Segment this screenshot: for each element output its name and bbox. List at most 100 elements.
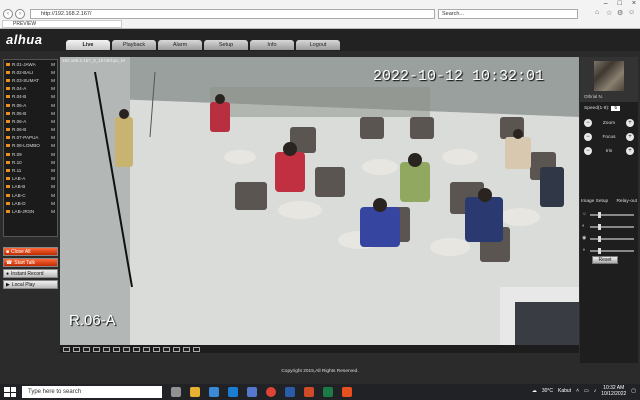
minimize-icon[interactable]: – bbox=[604, 0, 608, 7]
excel-icon[interactable] bbox=[323, 387, 333, 397]
next-icon[interactable] bbox=[173, 346, 180, 352]
fullscreen-icon[interactable] bbox=[103, 346, 110, 352]
layout-4-icon[interactable] bbox=[73, 346, 80, 352]
settings-icon[interactable] bbox=[193, 346, 200, 352]
smiley-icon[interactable]: ☺ bbox=[628, 9, 635, 16]
channel-item[interactable]: R.05-B M bbox=[4, 109, 57, 117]
channel-item[interactable]: R.07-PAPUA M bbox=[4, 134, 57, 142]
channel-item[interactable]: LAB-A M bbox=[4, 175, 57, 183]
star-icon[interactable]: ☆ bbox=[606, 9, 612, 17]
channel-stream-flag[interactable]: M bbox=[51, 94, 55, 99]
browser-tab[interactable]: PREVIEW bbox=[2, 20, 122, 28]
zoom-in-button[interactable]: + bbox=[625, 119, 634, 127]
live-video-pane[interactable]: 192.168.2.167_8_1873Kbps_M 2022-10-12 10… bbox=[60, 57, 579, 345]
channel-item[interactable]: R.05-A M bbox=[4, 101, 57, 109]
channel-item[interactable]: R.10 M bbox=[4, 158, 57, 166]
channel-item[interactable]: LAB-B M bbox=[4, 183, 57, 191]
chevron-up-icon[interactable]: ˄ bbox=[576, 388, 579, 394]
tab-live[interactable]: Live bbox=[66, 40, 110, 50]
network-icon[interactable]: ▭ bbox=[584, 388, 589, 394]
word-icon[interactable] bbox=[285, 387, 295, 397]
channel-item[interactable]: R.04-B M bbox=[4, 93, 57, 101]
focus-out-button[interactable]: − bbox=[584, 133, 592, 141]
close-all-button[interactable]: ■ Close All bbox=[3, 247, 58, 256]
forward-icon[interactable]: › bbox=[15, 8, 25, 19]
clock[interactable]: 10:32 AM 10/12/2022 bbox=[601, 385, 626, 397]
browser-search-input[interactable]: Search... bbox=[438, 9, 578, 19]
mail-icon[interactable] bbox=[209, 387, 219, 397]
volume-icon[interactable]: ♪ bbox=[594, 388, 597, 394]
channel-stream-flag[interactable]: M bbox=[51, 176, 55, 181]
channel-item[interactable]: LAB-JRSN M bbox=[4, 207, 57, 215]
channel-item[interactable]: LAB-C M bbox=[4, 191, 57, 199]
tab-relay-out[interactable]: Relay-out bbox=[616, 199, 637, 204]
channel-stream-flag[interactable]: M bbox=[51, 201, 55, 206]
tab-image-setup[interactable]: Image Setup bbox=[581, 199, 608, 204]
zoom-out-button[interactable]: − bbox=[584, 119, 592, 127]
instant-record-button[interactable]: ● Instant Record bbox=[3, 269, 58, 278]
edge-icon[interactable] bbox=[228, 387, 238, 397]
back-icon[interactable]: ‹ bbox=[3, 8, 13, 19]
channel-item[interactable]: R.04-A M bbox=[4, 85, 57, 93]
channel-item[interactable]: R.06-B M bbox=[4, 126, 57, 134]
channel-stream-flag[interactable]: M bbox=[51, 86, 55, 91]
channel-item[interactable]: R.11 M bbox=[4, 166, 57, 174]
channel-stream-flag[interactable]: M bbox=[51, 160, 55, 165]
channel-stream-flag[interactable]: M bbox=[51, 168, 55, 173]
channel-stream-flag[interactable]: M bbox=[51, 184, 55, 189]
channel-item[interactable]: R.06-A M bbox=[4, 117, 57, 125]
layout-16-icon[interactable] bbox=[93, 346, 100, 352]
taskbar-search-input[interactable]: Type here to search bbox=[22, 386, 162, 398]
iris-open-button[interactable]: + bbox=[626, 147, 634, 155]
contrast-slider[interactable] bbox=[590, 224, 634, 230]
app-icon[interactable] bbox=[342, 387, 352, 397]
channel-item[interactable]: R.09 M bbox=[4, 150, 57, 158]
brightness-slider[interactable] bbox=[590, 212, 634, 218]
stream-icon[interactable] bbox=[153, 346, 160, 352]
focus-in-button[interactable]: + bbox=[625, 133, 634, 141]
snapshot-icon[interactable] bbox=[113, 346, 120, 352]
tab-logout[interactable]: Logout bbox=[296, 40, 340, 50]
channel-stream-flag[interactable]: M bbox=[51, 127, 55, 132]
home-icon[interactable]: ⌂ bbox=[595, 9, 599, 16]
tab-alarm[interactable]: Alarm bbox=[158, 40, 202, 50]
channel-stream-flag[interactable]: M bbox=[51, 193, 55, 198]
chrome-icon[interactable] bbox=[266, 387, 276, 397]
windows-start-icon[interactable] bbox=[4, 387, 16, 397]
start-talk-button[interactable]: ☎ Start Talk bbox=[3, 258, 58, 267]
close-icon[interactable]: × bbox=[632, 0, 636, 7]
channel-item[interactable]: R.08-LOMBO M bbox=[4, 142, 57, 150]
tab-playback[interactable]: Playback bbox=[112, 40, 156, 50]
channel-stream-flag[interactable]: M bbox=[51, 103, 55, 108]
channel-stream-flag[interactable]: M bbox=[51, 135, 55, 140]
tab-setup[interactable]: Setup bbox=[204, 40, 248, 50]
hue-slider[interactable] bbox=[590, 248, 634, 254]
layout-1-icon[interactable] bbox=[63, 346, 70, 352]
channel-item[interactable]: R.03-SUMAT M bbox=[4, 76, 57, 84]
channel-stream-flag[interactable]: M bbox=[51, 209, 55, 214]
powerpoint-icon[interactable] bbox=[304, 387, 314, 397]
speed-select[interactable]: 5 bbox=[611, 106, 621, 111]
reset-button[interactable]: Reset bbox=[592, 256, 618, 264]
task-view-icon[interactable] bbox=[171, 387, 181, 397]
tab-info[interactable]: Info bbox=[250, 40, 294, 50]
saturation-slider[interactable] bbox=[590, 236, 634, 242]
channel-item[interactable]: R.02-BALI M bbox=[4, 68, 57, 76]
channel-stream-flag[interactable]: M bbox=[51, 152, 55, 157]
maximize-icon[interactable]: □ bbox=[618, 0, 622, 7]
store-icon[interactable] bbox=[247, 387, 257, 397]
zoom-icon[interactable] bbox=[133, 346, 140, 352]
channel-item[interactable]: R.01-JAWA M bbox=[4, 60, 57, 68]
channel-stream-flag[interactable]: M bbox=[51, 111, 55, 116]
record-icon[interactable] bbox=[123, 346, 130, 352]
layout-9-icon[interactable] bbox=[83, 346, 90, 352]
address-bar[interactable]: http://192.168.2.167/ bbox=[30, 9, 435, 19]
gear-icon[interactable]: ⚙ bbox=[617, 9, 623, 17]
local-play-button[interactable]: ▶ Local Play bbox=[3, 280, 58, 289]
audio-icon[interactable] bbox=[143, 346, 150, 352]
channel-stream-flag[interactable]: M bbox=[51, 78, 55, 83]
iris-close-button[interactable]: − bbox=[584, 147, 592, 155]
file-explorer-icon[interactable] bbox=[190, 387, 200, 397]
ratio-icon[interactable] bbox=[183, 346, 190, 352]
channel-stream-flag[interactable]: M bbox=[51, 62, 55, 67]
